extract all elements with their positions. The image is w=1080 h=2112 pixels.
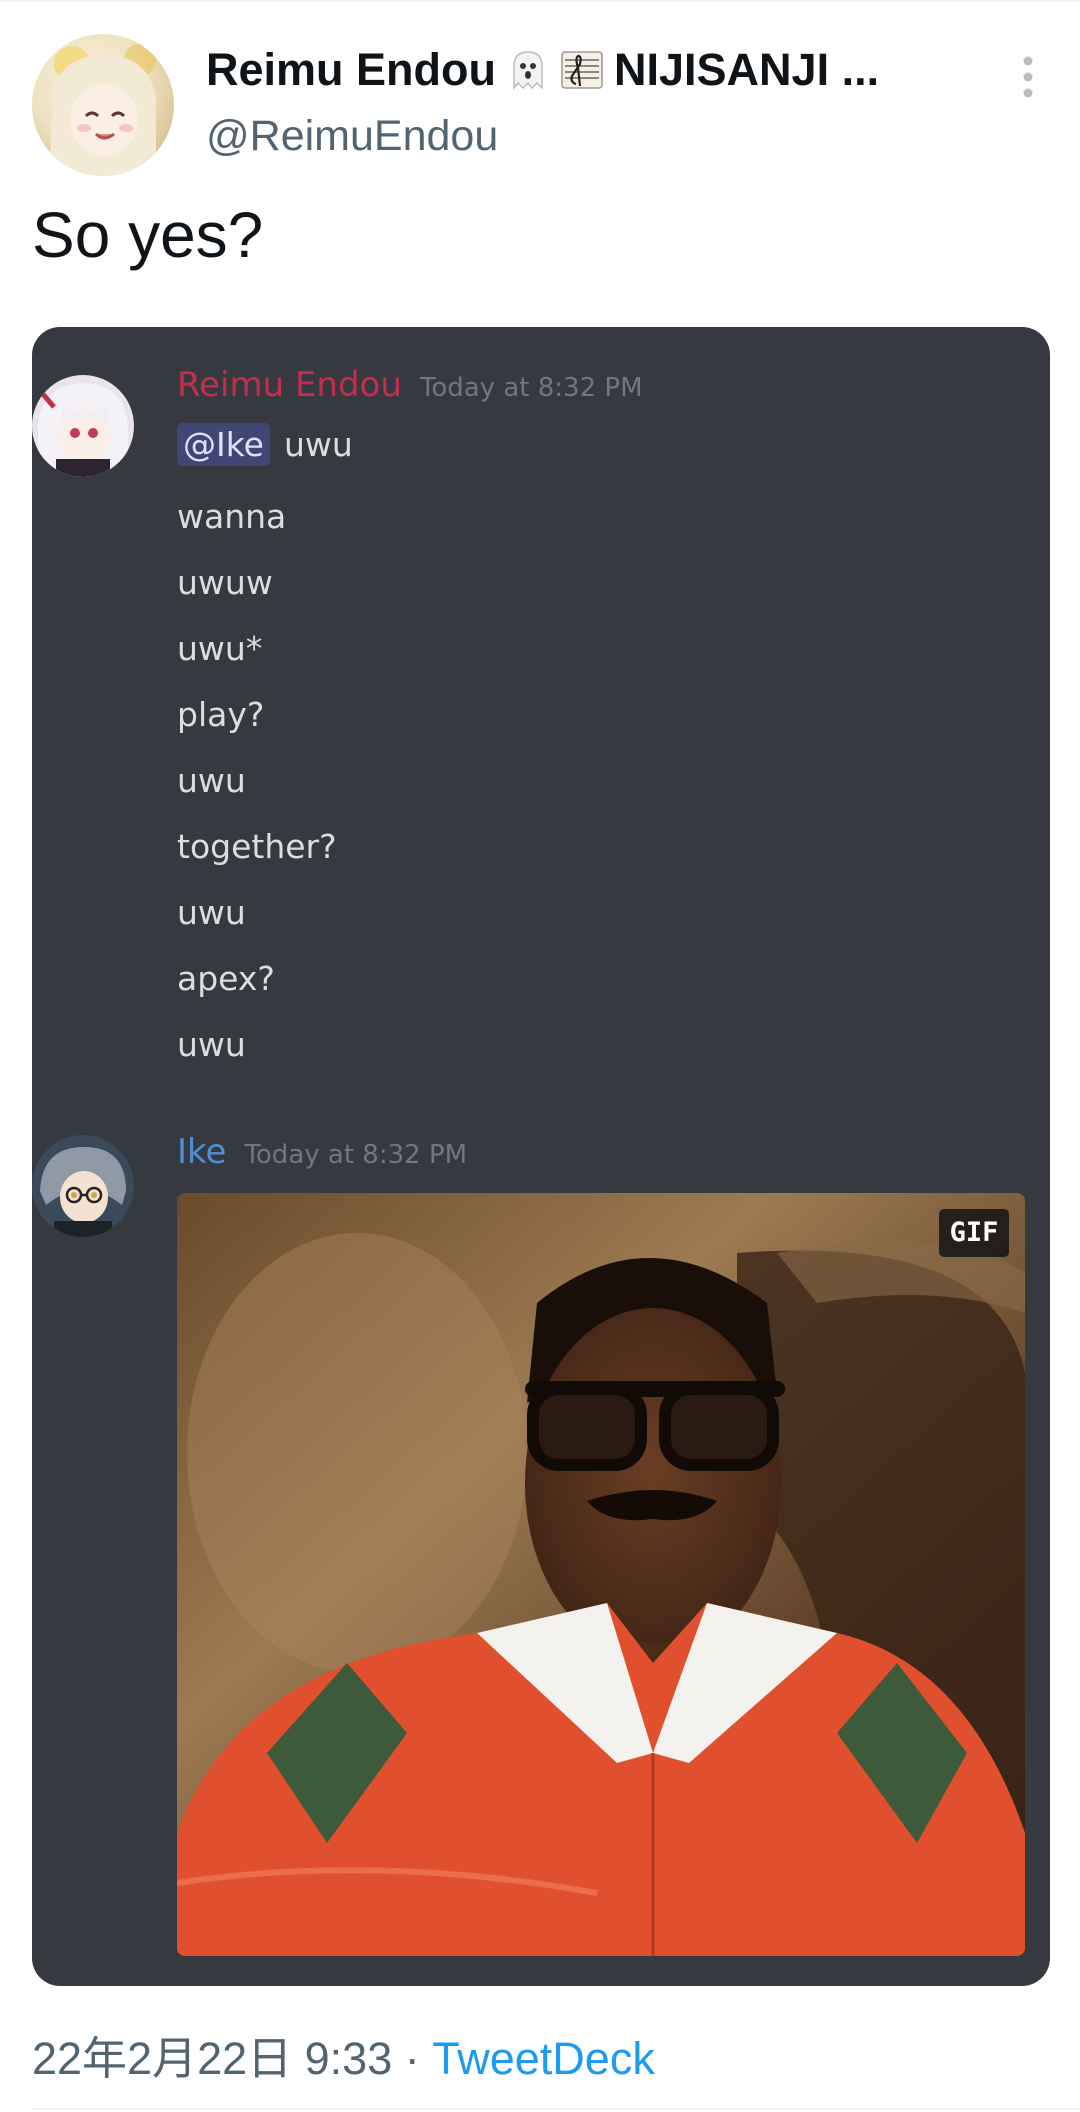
author-display-name[interactable]: Reimu Endou NIJISANJI ...	[206, 44, 879, 96]
display-name-text: Reimu Endou	[206, 44, 496, 95]
reimu-username[interactable]: Reimu Endou	[177, 365, 402, 405]
meta-separator: ·	[392, 2033, 433, 2084]
ike-timestamp: Today at 8:32 PM	[244, 1140, 468, 1170]
message-line: apex?	[177, 959, 275, 998]
reimu-discord-avatar	[32, 375, 134, 477]
musical-score-emoji-icon	[560, 48, 604, 92]
message-line: together?	[177, 827, 337, 866]
ghost-emoji-icon	[506, 48, 550, 92]
ike-message-header: Ike Today at 8:32 PM	[177, 1132, 467, 1172]
more-vertical-icon[interactable]	[1018, 52, 1038, 102]
discord-screenshot-image[interactable]: Reimu Endou Today at 8:32 PM @Ike uwu wan…	[32, 327, 1050, 1986]
message-line: play?	[177, 695, 265, 734]
reimu-message-header: Reimu Endou Today at 8:32 PM	[177, 365, 643, 405]
tweet-metadata: 22年2月22日 9:33 · TweetDeck	[32, 2022, 655, 2087]
message-line: wanna	[177, 497, 287, 536]
ike-username[interactable]: Ike	[177, 1132, 226, 1172]
message-line: uwu	[177, 1025, 246, 1064]
message-line: uwu*	[177, 629, 263, 668]
tweet-source-link[interactable]: TweetDeck	[432, 2033, 655, 2084]
message-line: uwuw	[177, 563, 273, 602]
ike-mention[interactable]: @Ike	[177, 423, 270, 466]
author-avatar[interactable]	[32, 34, 174, 176]
tweet-date[interactable]: 22年2月22日 9:33	[32, 2033, 392, 2084]
message-line: uwu	[177, 893, 246, 932]
ike-discord-avatar	[32, 1135, 134, 1237]
reimu-timestamp: Today at 8:32 PM	[419, 373, 643, 403]
top-divider	[0, 0, 1080, 2]
tweet-text: So yes?	[32, 199, 264, 271]
author-handle[interactable]: @ReimuEndou	[206, 112, 498, 161]
display-name-suffix: NIJISANJI ...	[614, 44, 880, 95]
bottom-divider	[32, 2108, 1080, 2110]
gif-badge: GIF	[939, 1209, 1009, 1257]
reaction-gif[interactable]: GIF	[177, 1193, 1025, 1956]
message-text: uwu	[283, 425, 353, 464]
message-line: uwu	[177, 761, 246, 800]
message-line: @Ike uwu	[177, 423, 353, 466]
